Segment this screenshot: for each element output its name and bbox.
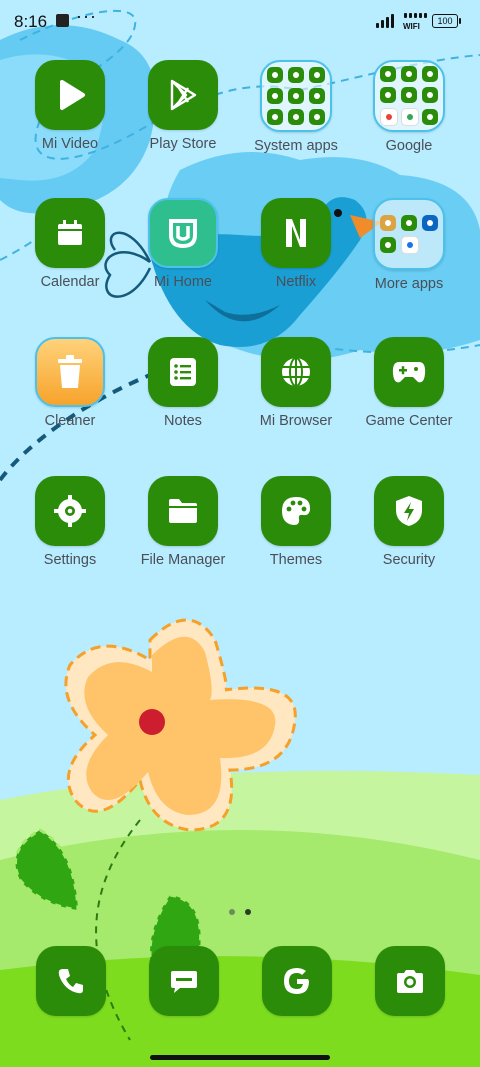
signal-2-icon xyxy=(404,12,427,18)
netflix-icon xyxy=(261,198,331,268)
google-g-icon xyxy=(284,968,309,994)
mi-home-icon xyxy=(148,198,218,268)
page-indicator xyxy=(229,909,251,915)
more-notifications-icon: ··· xyxy=(76,6,97,26)
page-dot xyxy=(229,909,235,915)
app-game-center[interactable]: Game Center xyxy=(354,337,464,429)
app-mi-home[interactable]: Mi Home xyxy=(128,198,238,290)
app-label: File Manager xyxy=(140,552,226,568)
app-label: More apps xyxy=(374,276,444,292)
dock-messages[interactable] xyxy=(149,946,219,1016)
message-icon xyxy=(171,971,197,993)
app-cleaner[interactable]: Cleaner xyxy=(15,337,125,429)
dock-camera[interactable] xyxy=(375,946,445,1016)
app-label: Google xyxy=(385,138,433,154)
app-label: Mi Video xyxy=(41,136,99,152)
dock-google[interactable] xyxy=(262,946,332,1016)
app-notes[interactable]: Notes xyxy=(128,337,238,429)
home-indicator[interactable] xyxy=(150,1055,330,1060)
app-label: Cleaner xyxy=(44,413,96,429)
phone-icon xyxy=(58,969,83,994)
battery-icon: 100 xyxy=(432,14,461,28)
app-mi-browser[interactable]: Mi Browser xyxy=(241,337,351,429)
folder-icon xyxy=(260,60,332,132)
camera-icon xyxy=(397,970,423,993)
app-more-apps[interactable]: More apps xyxy=(354,198,464,292)
app-security[interactable]: Security xyxy=(354,476,464,568)
wifi-label: WIFI xyxy=(403,22,420,31)
play-icon xyxy=(35,60,105,130)
app-label: System apps xyxy=(254,138,338,154)
app-label: Mi Home xyxy=(153,274,212,290)
notes-icon xyxy=(148,337,218,407)
calendar-icon xyxy=(35,198,105,268)
app-calendar[interactable]: Calendar xyxy=(15,198,125,290)
app-label: Themes xyxy=(269,552,323,568)
status-bar: 8:16 ··· WIFI 100 xyxy=(0,0,480,44)
palette-icon xyxy=(261,476,331,546)
app-label: Notes xyxy=(164,413,202,429)
signal-icon xyxy=(376,14,394,28)
dock-phone[interactable] xyxy=(36,946,106,1016)
app-file-manager[interactable]: File Manager xyxy=(128,476,238,568)
trash-icon xyxy=(35,337,105,407)
app-label: Security xyxy=(382,552,436,568)
app-label: Netflix xyxy=(275,274,317,290)
app-play-store[interactable]: Play Store xyxy=(128,60,238,152)
gear-icon xyxy=(35,476,105,546)
status-time: 8:16 xyxy=(14,12,48,31)
notification-app-icon xyxy=(56,14,69,27)
folder-icon xyxy=(373,60,445,132)
app-label: Mi Browser xyxy=(259,413,333,429)
app-label: Calendar xyxy=(40,274,100,290)
app-settings[interactable]: Settings xyxy=(15,476,125,568)
gamepad-icon xyxy=(374,337,444,407)
app-label: Game Center xyxy=(365,413,453,429)
app-netflix[interactable]: Netflix xyxy=(241,198,351,290)
shield-icon xyxy=(374,476,444,546)
folder-icon xyxy=(373,198,445,270)
app-themes[interactable]: Themes xyxy=(241,476,351,568)
folder-file-icon xyxy=(148,476,218,546)
app-mi-video[interactable]: Mi Video xyxy=(15,60,125,152)
globe-icon xyxy=(261,337,331,407)
app-system-apps[interactable]: System apps xyxy=(241,60,351,154)
page-dot-active xyxy=(245,909,251,915)
app-google-folder[interactable]: Google xyxy=(354,60,464,154)
app-label: Settings xyxy=(43,552,97,568)
play-store-icon xyxy=(148,60,218,130)
app-label: Play Store xyxy=(149,136,217,152)
